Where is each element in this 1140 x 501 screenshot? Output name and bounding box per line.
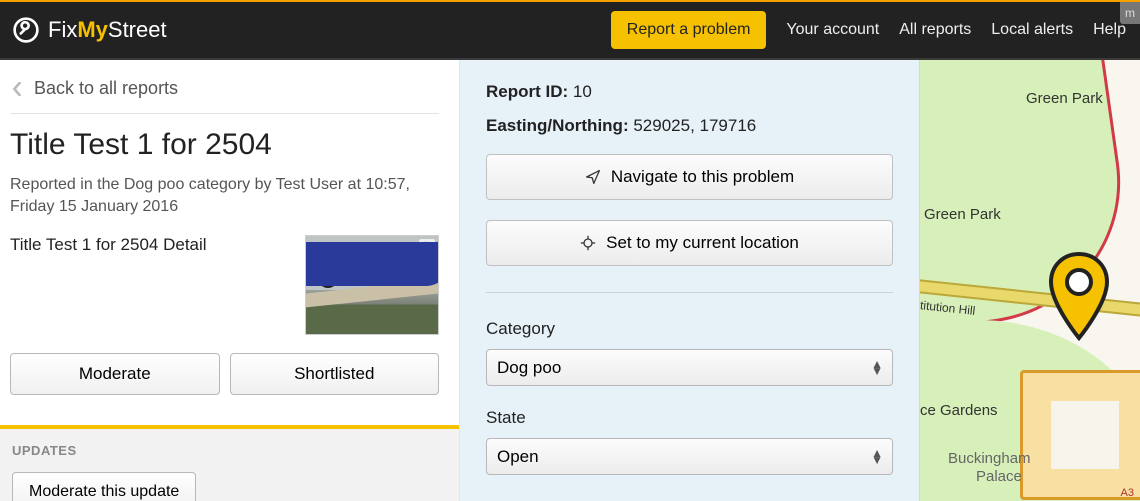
set-location-button[interactable]: Set to my current location: [486, 220, 893, 266]
state-label: State: [486, 408, 893, 428]
map-label-palace: Palace: [976, 468, 1022, 485]
report-problem-button[interactable]: Report a problem: [611, 11, 767, 49]
moderate-update-button[interactable]: Moderate this update: [12, 472, 196, 501]
moderate-button[interactable]: Moderate: [10, 353, 220, 395]
main-nav: Report a problem Your account All report…: [611, 11, 1126, 49]
app-header: FixMyStreet Report a problem Your accoun…: [0, 2, 1140, 60]
updates-section: UPDATES Moderate this update: [0, 425, 459, 501]
shortlisted-button[interactable]: Shortlisted: [230, 353, 440, 395]
en-value: 529025, 179716: [633, 116, 756, 135]
report-id-line: Report ID: 10: [486, 82, 893, 102]
set-location-label: Set to my current location: [606, 233, 799, 253]
pin-icon: [1048, 252, 1110, 342]
map-label-buckingham: Buckingham: [948, 450, 1031, 467]
updates-heading: UPDATES: [12, 443, 447, 458]
logo[interactable]: FixMyStreet: [12, 16, 167, 44]
map-label-palace-gardens: ce Gardens: [920, 402, 998, 419]
report-id-value: 10: [573, 82, 592, 101]
nav-local-alerts[interactable]: Local alerts: [991, 21, 1073, 39]
corner-tab[interactable]: m: [1120, 2, 1140, 24]
category-select[interactable]: Dog poo: [486, 349, 893, 386]
back-link[interactable]: Back to all reports: [10, 78, 439, 99]
category-label: Category: [486, 319, 893, 339]
map-pin[interactable]: [1048, 252, 1110, 342]
map-label-road-a: A3: [1121, 487, 1134, 499]
wrench-icon: [12, 16, 40, 44]
brand-my: My: [77, 17, 108, 42]
nav-account[interactable]: Your account: [786, 21, 879, 39]
report-panel: Back to all reports Title Test 1 for 250…: [0, 60, 460, 501]
report-id-label: Report ID:: [486, 82, 568, 101]
zoom-icon[interactable]: [419, 239, 435, 255]
map-label-green-park: Green Park: [1026, 90, 1103, 107]
en-label: Easting/Northing:: [486, 116, 629, 135]
brand-street: Street: [108, 17, 167, 42]
report-meta: Reported in the Dog poo category by Test…: [10, 174, 439, 217]
easting-northing-line: Easting/Northing: 529025, 179716: [486, 116, 893, 136]
divider: [486, 292, 893, 293]
report-detail: Title Test 1 for 2504 Detail: [10, 235, 289, 255]
state-select[interactable]: Open: [486, 438, 893, 475]
map-panel[interactable]: Green Park Green Park titution Hill ce G…: [920, 60, 1140, 501]
back-link-label: Back to all reports: [34, 78, 178, 99]
chevron-left-icon: [10, 82, 24, 96]
navigate-button[interactable]: Navigate to this problem: [486, 154, 893, 200]
sidebar-details: Report ID: 10 Easting/Northing: 529025, …: [460, 60, 920, 501]
navigate-icon: [585, 169, 601, 185]
page-title: Title Test 1 for 2504: [10, 128, 439, 162]
divider: [10, 113, 439, 114]
map-label-green-park-2: Green Park: [924, 206, 1001, 223]
brand-fix: Fix: [48, 17, 77, 42]
navigate-label: Navigate to this problem: [611, 167, 794, 187]
nav-all-reports[interactable]: All reports: [899, 21, 971, 39]
crosshair-icon: [580, 235, 596, 251]
report-photo[interactable]: [305, 235, 439, 335]
